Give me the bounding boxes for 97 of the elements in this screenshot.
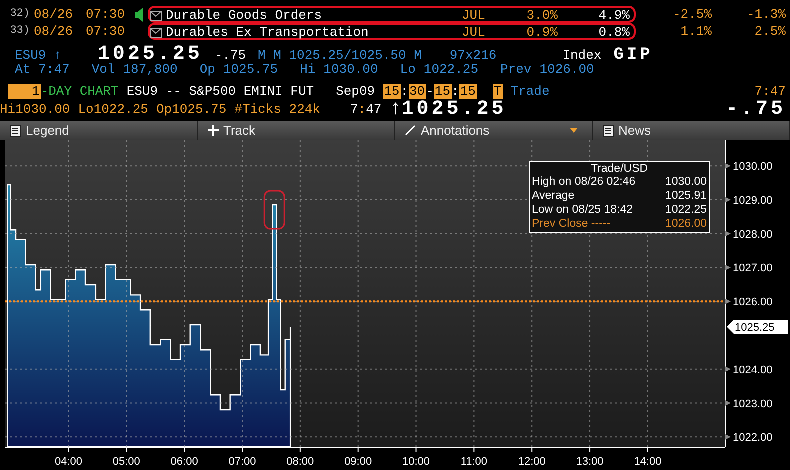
legend-label: Average xyxy=(532,189,575,203)
event-name: Durables Ex Transportation xyxy=(166,25,370,40)
stat-value: 1030.00 xyxy=(324,62,378,77)
ticker: ESU9 ↑ xyxy=(15,48,62,63)
event-time: 07:30 xyxy=(86,24,126,39)
legend-value: 1025.91 xyxy=(665,189,707,203)
last-price-tag: 1025.25 xyxy=(727,320,788,334)
session-separator: - xyxy=(426,84,434,98)
last-trade-hour: 7 xyxy=(350,102,358,117)
session-time-field[interactable]: 15 xyxy=(459,84,477,98)
y-axis-label: 1026.00 xyxy=(733,296,773,309)
caret-icon[interactable] xyxy=(570,128,578,133)
actual-value: 0.8% xyxy=(598,25,630,40)
security-name: ESU9 -- S&P500 EMINI FUT xyxy=(126,84,314,98)
legend-value: 1022.25 xyxy=(665,203,707,217)
event-time: 07:30 xyxy=(86,7,126,22)
x-axis-label: 08:00 xyxy=(286,456,314,468)
envelope-icon[interactable] xyxy=(150,28,162,38)
actual-value: 4.9% xyxy=(598,8,630,23)
revised-value: -1.3% xyxy=(746,7,786,22)
legend-value: 1030.00 xyxy=(665,175,707,189)
chart-type: -DAY CHART xyxy=(40,84,119,98)
pen-line-icon xyxy=(405,125,416,136)
legend-title: Trade/USD xyxy=(590,163,650,175)
legend-label: High on 08/26 02:46 xyxy=(532,175,636,189)
legend-value: 1026.00 xyxy=(665,217,707,231)
time-separator: : xyxy=(358,102,366,117)
legend-label: Prev Close ----- xyxy=(532,217,611,231)
x-axis-label: 04:00 xyxy=(54,456,82,468)
stat-label: Lo xyxy=(400,62,416,77)
bid-ask: M M 1025.25/1025.50 M xyxy=(258,48,422,63)
stat-value: 1025.75 xyxy=(223,62,278,77)
x-axis-label: 14:00 xyxy=(634,456,662,468)
up-arrow: ↑ xyxy=(390,98,402,121)
x-axis-label: 06:00 xyxy=(170,456,198,468)
survey-value: 3.0% xyxy=(526,8,558,23)
summary-stat: #Ticks 224k xyxy=(234,102,320,117)
mode-label: Trade xyxy=(510,84,550,98)
function-code: GIP xyxy=(614,46,654,65)
stat-label: Prev xyxy=(500,62,532,77)
session-time-field[interactable]: 15 xyxy=(383,84,401,98)
row-number: 33) xyxy=(9,24,31,39)
x-axis-label: 05:00 xyxy=(112,456,140,468)
y-axis-label: 1027.00 xyxy=(733,262,773,275)
stat-value: 1026.00 xyxy=(540,62,594,77)
y-axis-label: 1024.00 xyxy=(733,364,773,376)
y-axis-label: 1029.00 xyxy=(733,194,773,207)
y-axis-label: 1023.00 xyxy=(733,398,773,410)
event-date: 08/26 xyxy=(34,24,74,39)
envelope-icon[interactable] xyxy=(150,10,162,20)
stat-label: Hi xyxy=(300,62,316,77)
legend-label: Low on 08/25 18:42 xyxy=(532,203,634,217)
session-time-field[interactable]: 15 xyxy=(434,84,452,98)
contract-month: Sep09 xyxy=(336,84,376,98)
list-icon xyxy=(10,124,21,136)
chart-time: 7:47 xyxy=(754,84,786,98)
x-axis-label: 13:00 xyxy=(576,456,604,468)
last-trade-minute: 47 xyxy=(366,102,382,117)
summary-stat: Op1025.75 xyxy=(156,102,227,117)
mode-key[interactable]: T xyxy=(492,84,503,98)
survey-value: 0.9% xyxy=(526,25,558,40)
plus-icon xyxy=(208,125,218,136)
stat-value: 7:47 xyxy=(38,62,70,77)
days-field[interactable]: 1 xyxy=(8,84,41,98)
revised-value: 2.5% xyxy=(754,24,786,39)
session-separator: : xyxy=(400,84,408,98)
session-time-field[interactable]: 30 xyxy=(408,84,426,98)
summary-stat: Hi1030.00 xyxy=(0,102,70,117)
x-axis-label: 11:00 xyxy=(460,456,488,468)
stat-label: Vol xyxy=(92,62,116,77)
stat-value: 187,800 xyxy=(123,62,178,77)
y-axis-label: 1022.00 xyxy=(733,432,773,444)
prior-value: 1.1% xyxy=(680,24,712,39)
event-period: JUL xyxy=(462,25,486,40)
y-axis-label: 1030.00 xyxy=(733,161,773,174)
y-axis-label: 1028.00 xyxy=(733,228,773,241)
stat-value: 1022.25 xyxy=(424,62,478,77)
chart-last-price: 1025.25 xyxy=(402,98,507,121)
x-axis-label: 07:00 xyxy=(228,456,256,468)
prior-value: -2.5% xyxy=(672,7,712,22)
highlight-marker xyxy=(264,190,286,230)
x-axis-label: 10:00 xyxy=(402,456,430,468)
stat-label: At xyxy=(15,62,31,77)
event-period: JUL xyxy=(462,8,486,23)
market-sector: Index xyxy=(562,48,602,63)
x-axis-label: 09:00 xyxy=(344,456,372,468)
chart-price-change: -.75 xyxy=(726,98,786,121)
price-change: -.75 xyxy=(214,48,246,63)
session-separator: : xyxy=(452,84,460,98)
stat-label: Op xyxy=(200,62,216,77)
bid-ask-size: 97x216 xyxy=(450,48,497,63)
summary-stat: Lo1022.25 xyxy=(78,102,148,117)
event-date: 08/26 xyxy=(34,7,74,22)
row-number: 32) xyxy=(9,7,31,22)
event-name: Durable Goods Orders xyxy=(166,8,324,23)
list-icon xyxy=(602,124,614,136)
x-axis-label: 12:00 xyxy=(518,456,546,468)
